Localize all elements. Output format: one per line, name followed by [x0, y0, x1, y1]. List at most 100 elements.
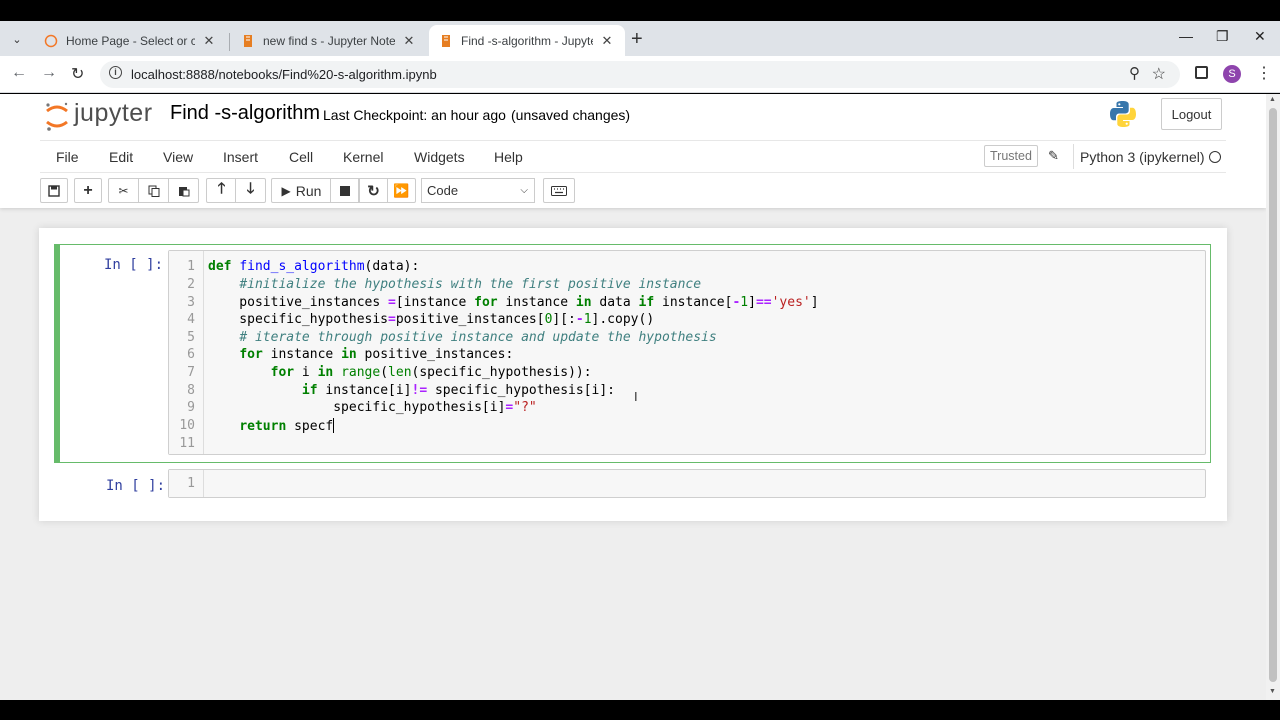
forward-arrow-icon[interactable]: →	[41, 64, 57, 82]
copy-icon	[148, 185, 159, 197]
browser-tab-home[interactable]: Home Page - Select or create a ✕	[34, 25, 227, 56]
menu-file[interactable]: File	[56, 149, 79, 165]
restart-run-all-button[interactable]: ⏩	[387, 178, 416, 203]
code-token: if	[301, 383, 318, 398]
code-token: specific_hypothesis	[208, 312, 389, 327]
line-number-gutter: 1	[169, 470, 204, 497]
address-bar[interactable]: i localhost:8888/notebooks/Find%20-s-alg…	[100, 61, 1180, 88]
interrupt-button[interactable]	[330, 178, 359, 203]
url-text[interactable]: localhost:8888/notebooks/Find%20-s-algor…	[131, 67, 437, 82]
text-cursor	[333, 418, 335, 433]
insert-cell-button[interactable]: +	[74, 178, 102, 203]
command-palette-button[interactable]	[543, 178, 575, 203]
trusted-badge[interactable]: Trusted	[984, 145, 1038, 167]
code-line[interactable]: return specf	[208, 418, 335, 434]
menu-insert[interactable]: Insert	[223, 149, 258, 165]
menu-kernel[interactable]: Kernel	[343, 149, 383, 165]
tab-search-chevron-icon[interactable]: ⌄	[6, 28, 28, 50]
paste-icon	[178, 186, 189, 196]
side-panel-icon[interactable]	[1195, 66, 1208, 79]
scrollbar-thumb[interactable]	[1269, 108, 1277, 682]
notebook-favicon-icon	[244, 34, 252, 47]
kernel-name[interactable]: Python 3 (ipykernel)	[1080, 149, 1205, 165]
code-token: for	[270, 365, 295, 380]
line-number: 1	[187, 476, 195, 491]
close-tab-icon[interactable]: ✕	[401, 33, 417, 49]
save-button[interactable]	[40, 178, 68, 203]
code-token: len	[388, 365, 412, 380]
fast-forward-icon: ⏩	[393, 182, 410, 198]
new-tab-button[interactable]: +	[631, 28, 643, 51]
line-number: 8	[187, 383, 195, 398]
paste-button[interactable]	[168, 178, 199, 203]
edit-pencil-icon[interactable]: ✎	[1048, 148, 1059, 164]
logout-button[interactable]: Logout	[1161, 98, 1222, 130]
arrow-down-icon: 🡓	[246, 180, 255, 197]
code-line[interactable]: # iterate through positive instance and …	[208, 330, 716, 345]
plus-icon: +	[83, 181, 93, 199]
browser-tab-title: Home Page - Select or create a	[66, 33, 195, 48]
code-line[interactable]: if instance[i]!= specific_hypothesis[i]:	[208, 383, 615, 398]
back-arrow-icon[interactable]: ←	[11, 64, 27, 82]
scroll-up-icon[interactable]: ▲	[1269, 96, 1276, 103]
site-info-icon[interactable]: i	[109, 66, 122, 79]
code-line[interactable]: for instance in positive_instances:	[208, 347, 513, 362]
minimize-button[interactable]: —	[1179, 28, 1193, 44]
close-tab-icon[interactable]: ✕	[201, 33, 217, 49]
close-tab-icon[interactable]: ✕	[599, 33, 615, 49]
jupyter-logo-icon[interactable]	[44, 100, 70, 132]
line-number: 7	[187, 365, 195, 380]
code-token: =	[388, 312, 396, 327]
code-token: 1	[583, 312, 592, 327]
empty-code-editor[interactable]: 1	[168, 469, 1206, 498]
cut-button[interactable]: ✂	[108, 178, 139, 203]
browser-menu-icon[interactable]: ⋮	[1256, 63, 1272, 83]
menu-cell[interactable]: Cell	[289, 149, 313, 165]
kernel-idle-indicator-icon	[1209, 151, 1221, 163]
line-number: 4	[187, 312, 195, 327]
code-line[interactable]: for i in range(len(specific_hypothesis))…	[208, 365, 592, 380]
vertical-scrollbar[interactable]: ▲ ▼	[1266, 94, 1280, 700]
code-token: !=	[411, 383, 428, 398]
menu-edit[interactable]: Edit	[109, 149, 133, 165]
code-editor[interactable]: 1 2 3 4 5 6 7 8 9 10 11 def find_s_algor…	[168, 250, 1206, 455]
code-line[interactable]: #initialize the hypothesis with the firs…	[208, 277, 701, 292]
code-token: range	[341, 365, 381, 380]
restart-button[interactable]: ↻	[359, 178, 388, 203]
run-button[interactable]: ▶ Run	[271, 178, 332, 203]
code-token: positive_instances[	[395, 312, 545, 327]
browser-tab-title: new find s - Jupyter Notebook	[263, 33, 395, 48]
close-window-button[interactable]: ✕	[1254, 28, 1266, 45]
move-down-button[interactable]: 🡓	[235, 178, 266, 203]
line-number: 5	[187, 330, 195, 345]
code-cell-selected[interactable]: In [ ]: 1 2 3 4 5 6 7 8 9 10 11 def find…	[54, 244, 1211, 463]
code-token: =	[388, 295, 396, 310]
reload-icon[interactable]: ↻	[71, 64, 84, 84]
code-token: specf	[286, 419, 334, 434]
menu-widgets[interactable]: Widgets	[414, 149, 465, 165]
bookmark-star-icon[interactable]: ☆	[1152, 64, 1166, 84]
menu-view[interactable]: View	[163, 149, 193, 165]
browser-tab-new-find-s[interactable]: new find s - Jupyter Notebook ✕	[231, 25, 427, 56]
maximize-button[interactable]: ❐	[1216, 28, 1229, 45]
code-line[interactable]: specific_hypothesis=positive_instances[0…	[208, 312, 654, 327]
profile-avatar[interactable]: S	[1223, 65, 1241, 83]
move-up-button[interactable]: 🡑	[206, 178, 237, 203]
code-token: 1	[740, 295, 749, 310]
scroll-down-icon[interactable]: ▼	[1269, 688, 1276, 695]
notebook-title[interactable]: Find -s-algorithm	[170, 102, 320, 125]
zoom-icon[interactable]: ⚲	[1129, 64, 1140, 82]
browser-tab-find-s-algorithm[interactable]: Find -s-algorithm - Jupyter Not ✕	[429, 25, 625, 56]
code-line[interactable]: specific_hypothesis[i]="?"	[208, 400, 537, 415]
code-line[interactable]: positive_instances =[instance for instan…	[208, 295, 818, 310]
cell-type-select[interactable]: Code ⌵	[421, 178, 535, 203]
menu-help[interactable]: Help	[494, 149, 523, 165]
code-line[interactable]: def find_s_algorithm(data):	[208, 259, 419, 274]
code-token: for	[239, 347, 263, 362]
copy-button[interactable]	[138, 178, 169, 203]
jupyter-page: jupyter Find -s-algorithm Last Checkpoin…	[0, 94, 1266, 700]
